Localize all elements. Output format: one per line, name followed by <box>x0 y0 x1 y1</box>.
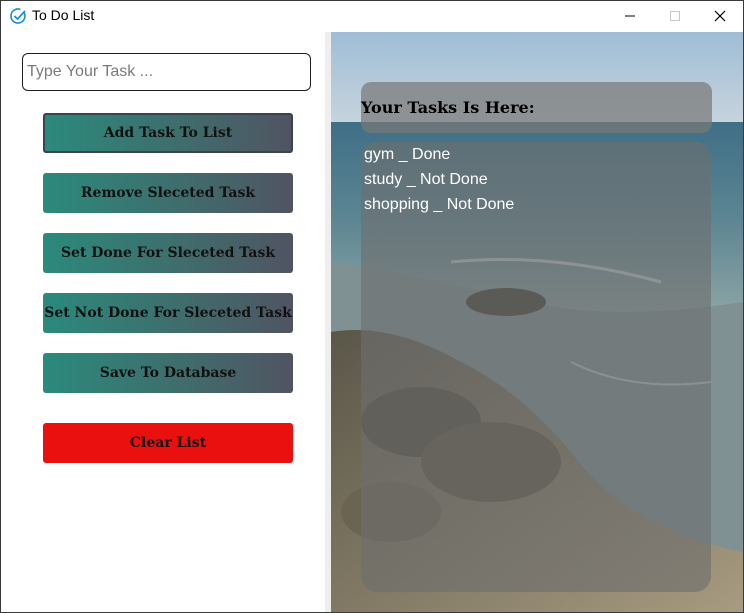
window-title: To Do List <box>32 7 95 23</box>
tasks-header-panel: Your Tasks Is Here: <box>361 82 712 133</box>
app-window: To Do List Add Task To List Remove Slece… <box>0 0 744 613</box>
clear-list-button[interactable]: Clear List <box>43 423 293 463</box>
task-panel: Your Tasks Is Here: gym _ Done study _ N… <box>331 32 743 612</box>
list-item[interactable]: shopping _ Not Done <box>364 196 514 214</box>
task-list[interactable]: gym _ Done study _ Not Done shopping _ N… <box>361 142 711 592</box>
list-item[interactable]: study _ Not Done <box>364 171 488 189</box>
maximize-button[interactable] <box>652 1 698 31</box>
save-database-button[interactable]: Save To Database <box>43 353 293 393</box>
maximize-icon <box>669 10 681 22</box>
task-input[interactable] <box>22 53 311 91</box>
check-circle-icon <box>9 7 27 25</box>
close-icon <box>714 10 726 22</box>
title-bar[interactable]: To Do List <box>1 1 743 31</box>
remove-task-button[interactable]: Remove Sleceted Task <box>43 173 293 213</box>
minimize-icon <box>624 10 636 22</box>
close-button[interactable] <box>697 1 743 31</box>
controls-panel: Add Task To List Remove Sleceted Task Se… <box>1 32 325 612</box>
list-item[interactable]: gym _ Done <box>364 146 450 164</box>
minimize-button[interactable] <box>607 1 653 31</box>
tasks-header-label: Your Tasks Is Here: <box>361 98 535 117</box>
add-task-button[interactable]: Add Task To List <box>43 113 293 153</box>
set-done-button[interactable]: Set Done For Sleceted Task <box>43 233 293 273</box>
set-not-done-button[interactable]: Set Not Done For Sleceted Task <box>43 293 293 333</box>
